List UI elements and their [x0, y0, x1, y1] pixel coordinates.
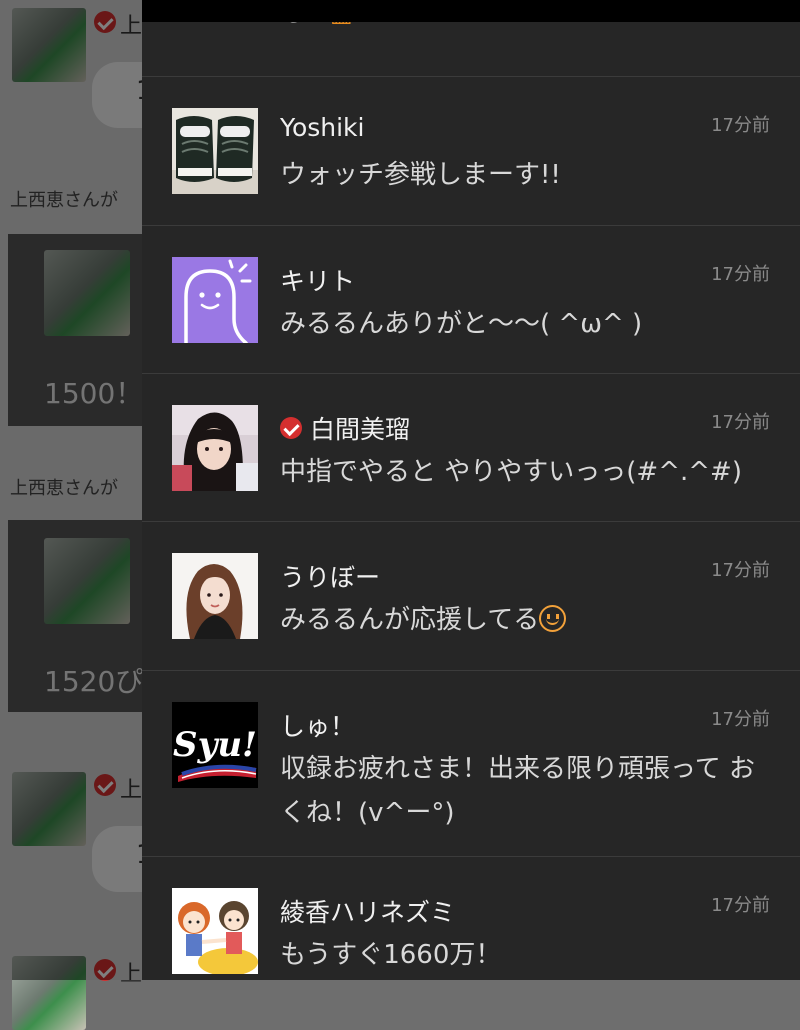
notification-time: 17分前 — [711, 709, 770, 730]
notification-sender: 白間美瑠 — [280, 410, 410, 446]
notification-message: 中指でやると やりやすいっっ(#^.^#) — [280, 457, 742, 487]
notification-sender: キリト — [280, 267, 356, 296]
notification-sender: うりぼー — [280, 563, 381, 592]
notification-message: ウォッチ参戦しまーす!! — [280, 160, 561, 190]
purple-ghost-avatar[interactable] — [172, 257, 258, 343]
notification-item[interactable]: 白間美瑠 17分前 中指でやると やりやすいっっ(#^.^#) — [142, 373, 800, 521]
notification-message: もうすぐ1660万！ — [280, 940, 502, 970]
smiley-emoji-icon — [539, 605, 567, 632]
notification-time: 17分前 — [711, 115, 770, 136]
notification-item[interactable]: Syu! しゅ！ 17分前 収録お疲れさま！出来る限り頑張って おくね！(v^ー… — [142, 670, 800, 856]
status-bar — [142, 0, 800, 22]
verified-icon — [280, 417, 302, 439]
girl-photo-avatar[interactable] — [172, 405, 258, 491]
sneakers-photo-avatar[interactable] — [172, 108, 258, 194]
notification-sender: しゅ！ — [280, 712, 356, 741]
notification-time: 17分前 — [711, 412, 770, 433]
notification-sender: 綾香ハリネズミ — [280, 898, 456, 927]
notification-drawer: しか▥ Yoshiki 17分前 ウォッチ参戦しまーす!! — [142, 0, 800, 980]
notification-time: 17分前 — [711, 560, 770, 581]
notification-message: 収録お疲れさま！出来る限り頑張って おくね！(v^ー°) — [280, 754, 755, 828]
portrait-photo-avatar[interactable] — [172, 553, 258, 639]
syu-logo-text: Syu! — [173, 725, 257, 765]
syu-logo-avatar[interactable]: Syu! — [172, 702, 258, 788]
notification-sender: Yoshiki — [280, 113, 365, 142]
notification-item[interactable]: キリト 17分前 みるるんありがと〜〜( ^ω^ ) — [142, 225, 800, 373]
notification-message: みるるんが応援してる — [280, 598, 770, 642]
notification-message: みるるんありがと〜〜( ^ω^ ) — [280, 309, 643, 339]
notification-time: 17分前 — [711, 895, 770, 916]
cartoon-kids-avatar[interactable] — [172, 888, 258, 974]
notification-item[interactable]: 綾香ハリネズミ 17分前 もうすぐ1660万！ — [142, 856, 800, 980]
notification-item[interactable]: うりぼー 17分前 みるるんが応援してる — [142, 521, 800, 670]
notification-item[interactable]: Yoshiki 17分前 ウォッチ参戦しまーす!! — [142, 76, 800, 225]
notification-time: 17分前 — [711, 264, 770, 285]
